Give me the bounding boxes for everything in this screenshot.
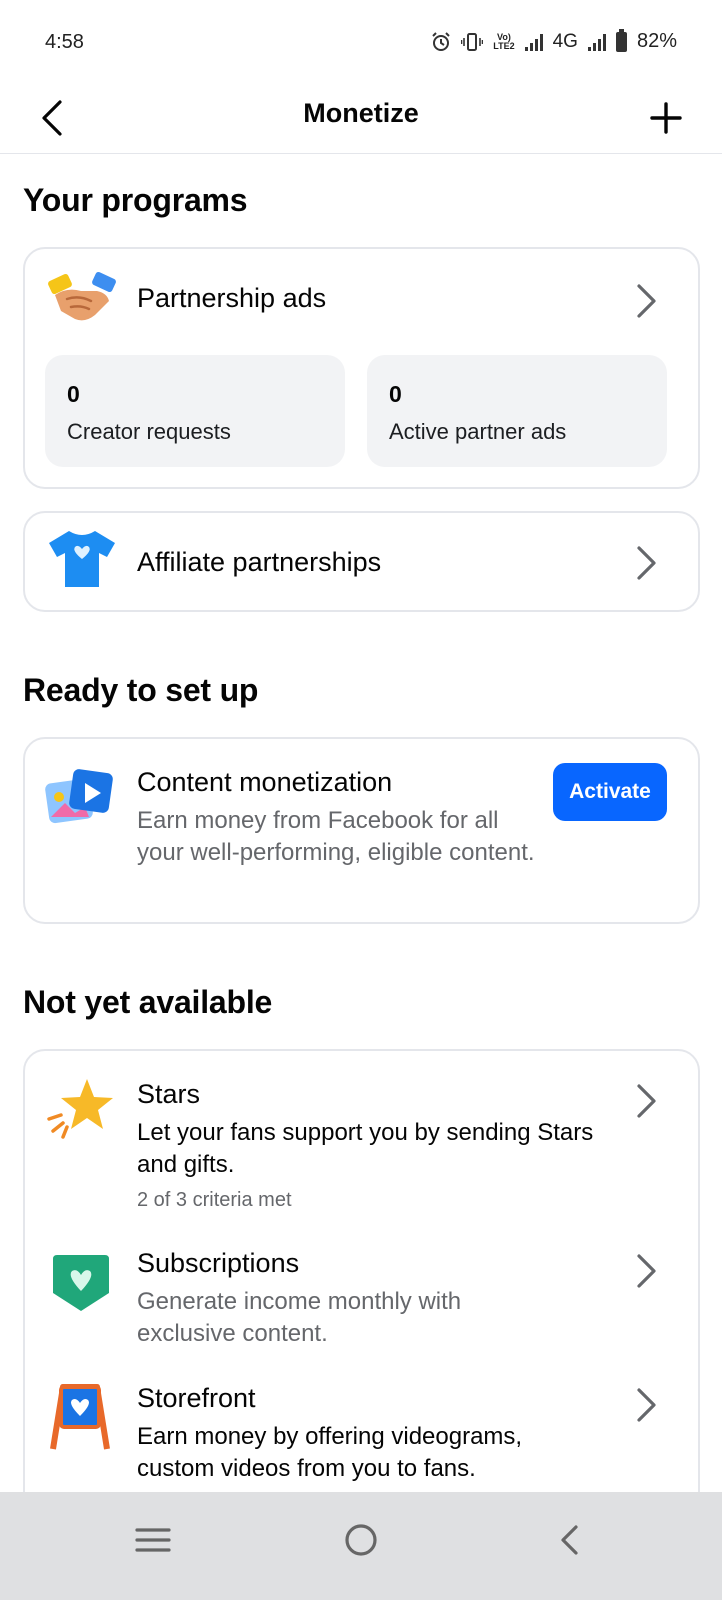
back-chevron-icon	[561, 1525, 578, 1555]
stat-label: Active partner ads	[389, 419, 567, 444]
heart-badge-icon	[53, 1255, 109, 1311]
content-monetization-description: Earn money from Facebook for all your we…	[137, 807, 535, 866]
section-title-your-programs: Your programs	[23, 182, 248, 218]
subscriptions-title: Subscriptions	[137, 1248, 300, 1278]
chevron-right-icon	[637, 1084, 656, 1118]
activate-button[interactable]: Activate	[553, 763, 667, 821]
alarm-icon	[432, 31, 450, 51]
stat-value: 0	[67, 381, 80, 407]
battery-icon	[615, 28, 627, 52]
chevron-right-icon	[637, 1388, 656, 1422]
subscriptions-description: Generate income monthly with exclusive c…	[137, 1288, 462, 1347]
system-nav-bar	[0, 1492, 722, 1600]
stars-title: Stars	[137, 1079, 201, 1109]
partnership-ads-card[interactable]: Partnership ads 0 Creator requests 0 Act…	[23, 247, 700, 489]
plus-icon	[650, 102, 682, 134]
chevron-right-icon	[637, 546, 656, 580]
monetize-screen: 4:58 Vo) LTE2 4G 82% Monetize Your progr…	[0, 0, 722, 1600]
menu-icon	[135, 1528, 171, 1552]
stat-label: Creator requests	[67, 419, 231, 444]
home-circle-icon	[345, 1524, 377, 1556]
affiliate-partnerships-card[interactable]: Affiliate partnerships	[23, 511, 700, 612]
chevron-right-icon	[637, 1254, 656, 1288]
status-bar: 4:58 Vo) LTE2 4G 82%	[0, 0, 722, 86]
signal-icon	[524, 33, 543, 51]
section-title-not-yet-available: Not yet available	[23, 984, 273, 1020]
creator-requests-stat[interactable]: 0 Creator requests	[45, 355, 345, 467]
page-title: Monetize	[303, 98, 419, 128]
storefront-description: Earn money by offering videograms, custo…	[137, 1423, 523, 1482]
handshake-icon	[48, 271, 116, 321]
active-partner-ads-stat[interactable]: 0 Active partner ads	[367, 355, 667, 467]
stars-description: Let your fans support you by sending Sta…	[137, 1119, 594, 1178]
network-type: 4G	[552, 30, 578, 52]
partnership-ads-title: Partnership ads	[137, 283, 327, 313]
status-icons: Vo) LTE2 4G 82%	[431, 28, 677, 53]
section-title-ready-to-set-up: Ready to set up	[23, 672, 259, 708]
not-yet-available-card: Stars Let your fans support you by sendi…	[23, 1049, 700, 1529]
add-button[interactable]	[644, 96, 688, 140]
status-time: 4:58	[45, 31, 84, 53]
app-header: Monetize	[0, 86, 722, 154]
star-icon	[47, 1079, 113, 1139]
system-back-button[interactable]	[534, 1510, 604, 1570]
vibrate-icon	[461, 32, 484, 51]
stars-criteria: 2 of 3 criteria met	[137, 1189, 292, 1211]
media-icon	[45, 769, 113, 824]
chevron-right-icon	[637, 284, 656, 318]
easel-icon	[50, 1384, 110, 1450]
tshirt-icon	[49, 531, 115, 587]
content-monetization-title: Content monetization	[137, 767, 393, 797]
signal-icon-2	[587, 33, 606, 51]
battery-percent: 82%	[636, 30, 677, 52]
home-button[interactable]	[326, 1510, 396, 1570]
recent-apps-button[interactable]	[118, 1510, 188, 1570]
stat-value: 0	[389, 381, 402, 407]
content-monetization-card[interactable]: Content monetization Earn money from Fac…	[23, 737, 700, 924]
volte-icon: Vo) LTE2	[493, 31, 515, 51]
affiliate-partnerships-title: Affiliate partnerships	[137, 547, 382, 577]
storefront-title: Storefront	[137, 1383, 256, 1413]
